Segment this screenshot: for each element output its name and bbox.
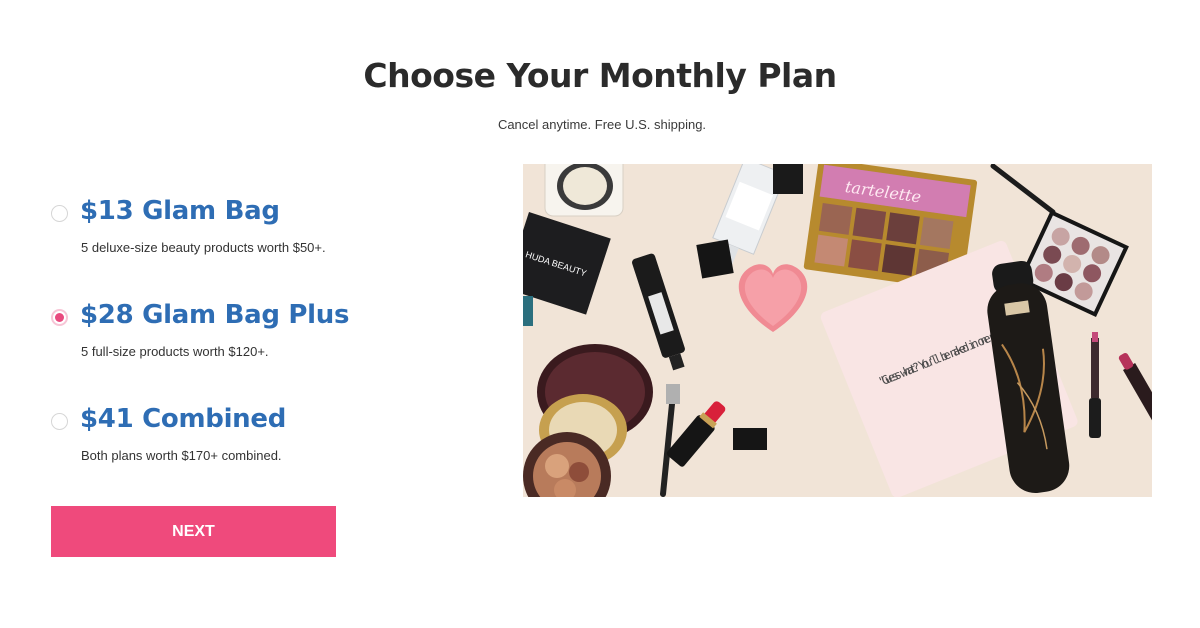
plan-description: 5 deluxe-size beauty products worth $50+… [81,240,326,255]
page-title: Choose Your Monthly Plan [363,56,837,95]
plan-option-glam-bag-plus[interactable]: $28 Glam Bag Plus 5 full-size products w… [50,300,480,404]
plan-name: $28 Glam Bag Plus [80,300,350,330]
plan-radio-combined[interactable] [51,413,68,430]
page-subtitle: Cancel anytime. Free U.S. shipping. [497,117,707,132]
plan-options: $13 Glam Bag 5 deluxe-size beauty produc… [50,196,480,508]
plan-name: $13 Glam Bag [80,196,280,226]
plan-option-combined[interactable]: $41 Combined Both plans worth $170+ comb… [50,404,480,508]
plan-description: 5 full-size products worth $120+. [81,344,269,359]
plan-name: $41 Combined [80,404,287,434]
product-photo: HUDA BEAUTY tartelette "Guess what? You'… [523,164,1152,497]
plan-option-glam-bag[interactable]: $13 Glam Bag 5 deluxe-size beauty produc… [50,196,480,300]
plan-radio-glam-bag[interactable] [51,205,68,222]
plan-description: Both plans worth $170+ combined. [81,448,282,463]
next-button[interactable]: NEXT [51,506,336,557]
plan-radio-glam-bag-plus[interactable] [51,309,68,326]
